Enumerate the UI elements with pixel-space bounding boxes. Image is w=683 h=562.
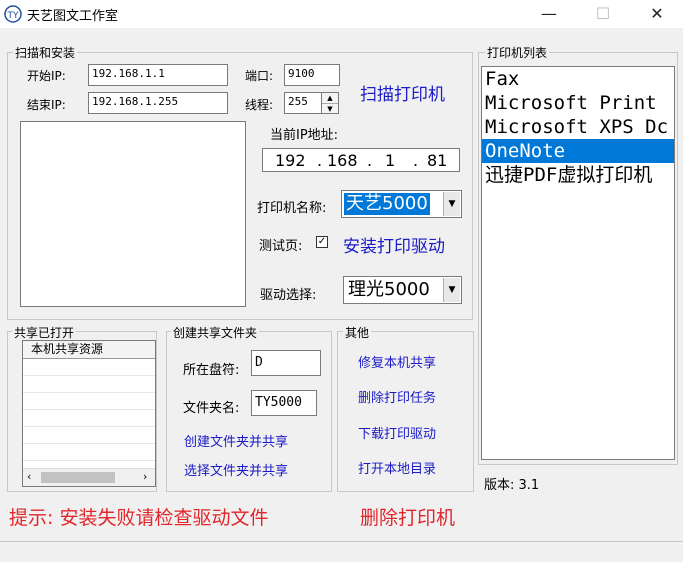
- table-row: [23, 393, 155, 410]
- table-row: [23, 410, 155, 427]
- list-item[interactable]: Microsoft XPS Dc: [482, 115, 674, 139]
- drive-label: 所在盘符:: [183, 363, 240, 378]
- printer-listbox[interactable]: Fax Microsoft Print Microsoft XPS Dc One…: [481, 66, 675, 460]
- test-page-checkbox[interactable]: ✓: [316, 236, 328, 248]
- horizontal-scrollbar[interactable]: ‹ ›: [23, 468, 155, 486]
- end-ip-input[interactable]: 192.168.1.255: [88, 92, 228, 114]
- shared-resources-grid[interactable]: 本机共享资源 ‹ ›: [22, 340, 156, 487]
- close-button[interactable]: ✕: [634, 0, 680, 28]
- spin-up-icon[interactable]: ▲: [322, 93, 338, 104]
- hint-text: 提示: 安装失败请检查驱动文件: [9, 507, 269, 529]
- other-legend: 其他: [343, 324, 372, 341]
- port-label: 端口:: [245, 69, 274, 83]
- shared-column-header[interactable]: 本机共享资源: [23, 341, 155, 359]
- drive-input[interactable]: D: [251, 350, 321, 376]
- printer-name-combo[interactable]: 天艺5000 ▼: [341, 190, 462, 218]
- open-local-dir-button[interactable]: 打开本地目录: [358, 458, 436, 477]
- table-row: [23, 359, 155, 376]
- maximize-button[interactable]: ☐: [580, 0, 626, 28]
- chevron-down-icon[interactable]: ▼: [443, 278, 460, 302]
- printer-name-label: 打印机名称:: [257, 201, 327, 216]
- table-row: [23, 376, 155, 393]
- ip-dot: .: [367, 151, 373, 170]
- driver-select-label: 驱动选择:: [260, 288, 317, 303]
- ip-octet-1[interactable]: 192: [275, 151, 306, 170]
- scroll-left-icon[interactable]: ‹: [27, 470, 31, 483]
- minimize-button[interactable]: —: [526, 0, 572, 28]
- delete-print-jobs-button[interactable]: 删除打印任务: [358, 387, 436, 406]
- install-driver-button[interactable]: 安装打印驱动: [343, 232, 445, 257]
- chevron-down-icon[interactable]: ▼: [443, 192, 460, 216]
- folder-label: 文件夹名:: [183, 401, 240, 416]
- scroll-right-icon[interactable]: ›: [143, 470, 147, 483]
- window-title: 天艺图文工作室: [27, 9, 119, 24]
- threads-spinner[interactable]: ▲ ▼: [321, 92, 339, 114]
- table-row: [23, 444, 155, 461]
- download-driver-button[interactable]: 下载打印驱动: [358, 423, 436, 442]
- start-ip-input[interactable]: 192.168.1.1: [88, 64, 228, 86]
- ip-octet-3[interactable]: 1: [385, 151, 395, 170]
- status-bar: [0, 541, 683, 562]
- spin-down-icon[interactable]: ▼: [322, 104, 338, 114]
- ip-dot: .: [413, 151, 419, 170]
- table-row: [23, 427, 155, 444]
- port-input[interactable]: 9100: [284, 64, 340, 86]
- delete-printer-button[interactable]: 删除打印机: [360, 503, 455, 530]
- shared-legend: 共享已打开: [12, 324, 77, 341]
- folder-input[interactable]: TY5000: [251, 390, 317, 416]
- driver-select-value[interactable]: 理光5000: [348, 279, 430, 301]
- select-folder-share-button[interactable]: 选择文件夹并共享: [184, 460, 288, 479]
- end-ip-label: 结束IP:: [27, 98, 66, 112]
- ip-octet-4[interactable]: 81: [427, 151, 447, 170]
- ip-dot: .: [317, 151, 323, 170]
- list-item[interactable]: Microsoft Print: [482, 91, 674, 115]
- svg-text:TY: TY: [7, 11, 19, 21]
- repair-share-button[interactable]: 修复本机共享: [358, 352, 436, 371]
- current-ip-field[interactable]: 192 . 168 . 1 . 81: [262, 148, 460, 172]
- list-item-selected[interactable]: OneNote: [482, 139, 674, 163]
- start-ip-label: 开始IP:: [27, 69, 66, 83]
- printer-list-legend: 打印机列表: [485, 44, 550, 61]
- create-folder-share-button[interactable]: 创建文件夹并共享: [184, 431, 288, 450]
- printer-name-value[interactable]: 天艺5000: [344, 193, 430, 215]
- list-item[interactable]: Fax: [482, 67, 674, 91]
- current-ip-label: 当前IP地址:: [270, 128, 339, 143]
- scan-install-legend: 扫描和安装: [13, 44, 78, 61]
- threads-label: 线程:: [245, 98, 274, 112]
- scan-printer-button[interactable]: 扫描打印机: [360, 80, 445, 105]
- test-page-label: 测试页:: [259, 239, 303, 254]
- list-item[interactable]: 迅捷PDF虚拟打印机: [482, 163, 674, 187]
- driver-select-combo[interactable]: 理光5000 ▼: [343, 276, 462, 304]
- version-label: 版本: 3.1: [484, 478, 540, 493]
- ip-octet-2[interactable]: 168: [327, 151, 358, 170]
- scroll-thumb[interactable]: [41, 472, 115, 483]
- app-logo-icon: TY: [4, 5, 22, 23]
- threads-input[interactable]: 255: [284, 92, 322, 114]
- create-share-legend: 创建共享文件夹: [171, 324, 260, 341]
- scan-results-list[interactable]: [20, 121, 246, 307]
